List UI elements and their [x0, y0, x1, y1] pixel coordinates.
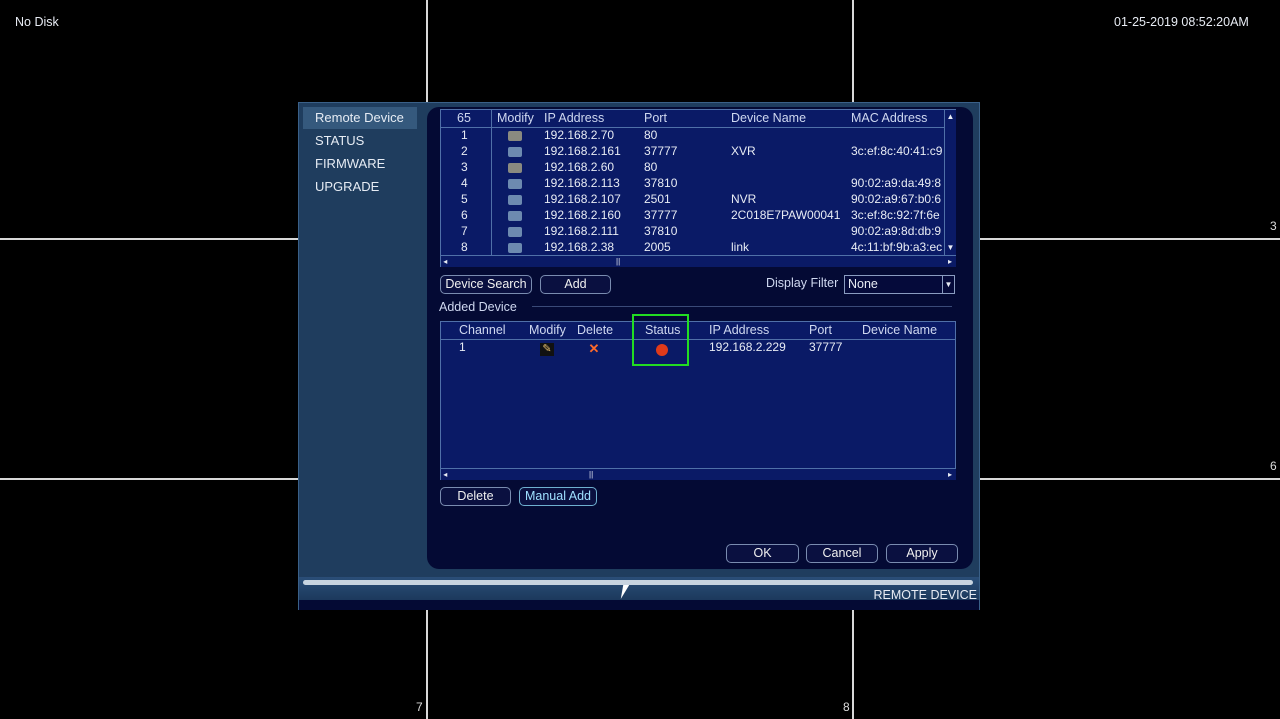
display-filter-value: None [848, 277, 878, 291]
mac-cell: 3c:ef:8c:40:41:c9 [851, 144, 943, 158]
mac-cell: 4c:11:bf:9b:a3:ec [851, 240, 943, 254]
add-button[interactable]: Add [540, 275, 611, 294]
channel-label: 6 [1270, 459, 1277, 473]
search-results-table: 65 Modify IP Address Port Device Name MA… [440, 109, 956, 267]
port-cell: 37777 [809, 340, 843, 354]
port-cell: 37777 [644, 144, 678, 158]
sidebar-item-remote-device[interactable]: Remote Device [303, 107, 417, 129]
modify-device-icon[interactable] [508, 243, 522, 253]
row-number: 2 [461, 144, 468, 158]
horizontal-scrollbar[interactable]: ◂ || ▸ [441, 255, 956, 267]
port-cell: 2501 [644, 192, 671, 206]
disk-status: No Disk [15, 15, 59, 29]
ip-cell: 192.168.2.107 [544, 192, 621, 206]
row-number: 7 [461, 224, 468, 238]
device-name-cell: 2C018E7PAW00041 [731, 208, 841, 222]
ip-cell: 192.168.2.161 [544, 144, 621, 158]
ip-cell: 192.168.2.111 [544, 224, 619, 238]
delete-button[interactable]: Delete [440, 487, 511, 506]
sidebar: Remote Device STATUS FIRMWARE UPGRADE [299, 103, 427, 579]
mac-cell: 90:02:a9:da:49:8 [851, 176, 942, 190]
modify-device-icon[interactable] [508, 147, 522, 157]
row-number: 3 [461, 160, 468, 174]
delete-x-icon[interactable]: ✕ [587, 342, 601, 356]
sidebar-item-upgrade[interactable]: UPGRADE [303, 176, 417, 198]
modify-header: Modify [497, 111, 534, 125]
added-device-table: Channel Modify Delete Status IP Address … [440, 321, 956, 480]
ip-cell: 192.168.2.113 [544, 176, 620, 190]
device-search-button[interactable]: Device Search [440, 275, 532, 294]
added-device-label: Added Device [439, 300, 517, 314]
mac-cell: 90:02:a9:8d:db:9 [851, 224, 942, 238]
display-filter-select[interactable]: None ▼ [844, 275, 955, 294]
ip-cell: 192.168.2.60 [544, 160, 615, 174]
horizontal-scrollbar[interactable]: ◂ || ▸ [441, 468, 956, 480]
channel-label: 8 [843, 700, 850, 714]
remote-device-dialog: Remote Device STATUS FIRMWARE UPGRADE 65… [298, 102, 980, 610]
port-cell: 37810 [644, 224, 678, 238]
cancel-button[interactable]: Cancel [806, 544, 878, 563]
port-header[interactable]: Port [644, 111, 667, 125]
count-header: 65 [457, 111, 471, 125]
port-header: Port [809, 323, 832, 337]
footer-bar: REMOTE DEVICE [299, 577, 979, 610]
ip-header[interactable]: IP Address [544, 111, 604, 125]
display-filter-label: Display Filter [766, 276, 839, 290]
mac-cell: 3c:ef:8c:92:7f:6e [851, 208, 940, 222]
sidebar-item-firmware[interactable]: FIRMWARE [303, 153, 417, 175]
channel-cell: 1 [459, 340, 466, 354]
ok-button[interactable]: OK [726, 544, 799, 563]
ip-cell: 192.168.2.160 [544, 208, 621, 222]
port-cell: 80 [644, 160, 658, 174]
device-name-header: Device Name [862, 323, 938, 337]
device-name-cell: NVR [731, 192, 757, 206]
status-highlight-box [632, 314, 689, 366]
row-number: 1 [461, 128, 468, 142]
channel-label: 7 [416, 700, 423, 714]
port-cell: 37810 [644, 176, 678, 190]
channel-header: Channel [459, 323, 506, 337]
device-name-cell: XVR [731, 144, 756, 158]
modify-device-icon[interactable] [508, 211, 522, 221]
modify-device-icon[interactable] [508, 179, 522, 189]
modify-device-icon[interactable] [508, 163, 522, 173]
ip-header: IP Address [709, 323, 770, 337]
mac-cell: 90:02:a9:67:b0:6 [851, 192, 942, 206]
pencil-icon[interactable]: ✎ [540, 343, 554, 356]
datetime: 01-25-2019 08:52:20AM [1114, 15, 1249, 29]
chevron-down-icon: ▼ [942, 276, 954, 293]
sidebar-item-status[interactable]: STATUS [303, 130, 417, 152]
modify-header: Modify [529, 323, 566, 337]
port-cell: 37777 [644, 208, 678, 222]
vertical-scrollbar[interactable]: ▲ ▼ [944, 110, 956, 255]
modify-device-icon[interactable] [508, 195, 522, 205]
row-number: 8 [461, 240, 468, 254]
row-number: 5 [461, 192, 468, 206]
apply-button[interactable]: Apply [886, 544, 958, 563]
row-number: 6 [461, 208, 468, 222]
port-cell: 2005 [644, 240, 671, 254]
ip-cell: 192.168.2.70 [544, 128, 615, 142]
mac-header[interactable]: MAC Address [851, 111, 927, 125]
manual-add-button[interactable]: Manual Add [519, 487, 597, 506]
device-name-header[interactable]: Device Name [731, 111, 806, 125]
divider [532, 306, 952, 307]
row-number: 4 [461, 176, 468, 190]
delete-header: Delete [577, 323, 614, 337]
device-name-cell: link [731, 240, 750, 254]
modify-device-icon[interactable] [508, 131, 522, 141]
port-cell: 80 [644, 128, 658, 142]
channel-label: 3 [1270, 219, 1277, 233]
ip-cell: 192.168.2.229 [709, 340, 786, 354]
content-panel: 65 Modify IP Address Port Device Name MA… [427, 107, 973, 569]
modify-device-icon[interactable] [508, 227, 522, 237]
ip-cell: 192.168.2.38 [544, 240, 615, 254]
